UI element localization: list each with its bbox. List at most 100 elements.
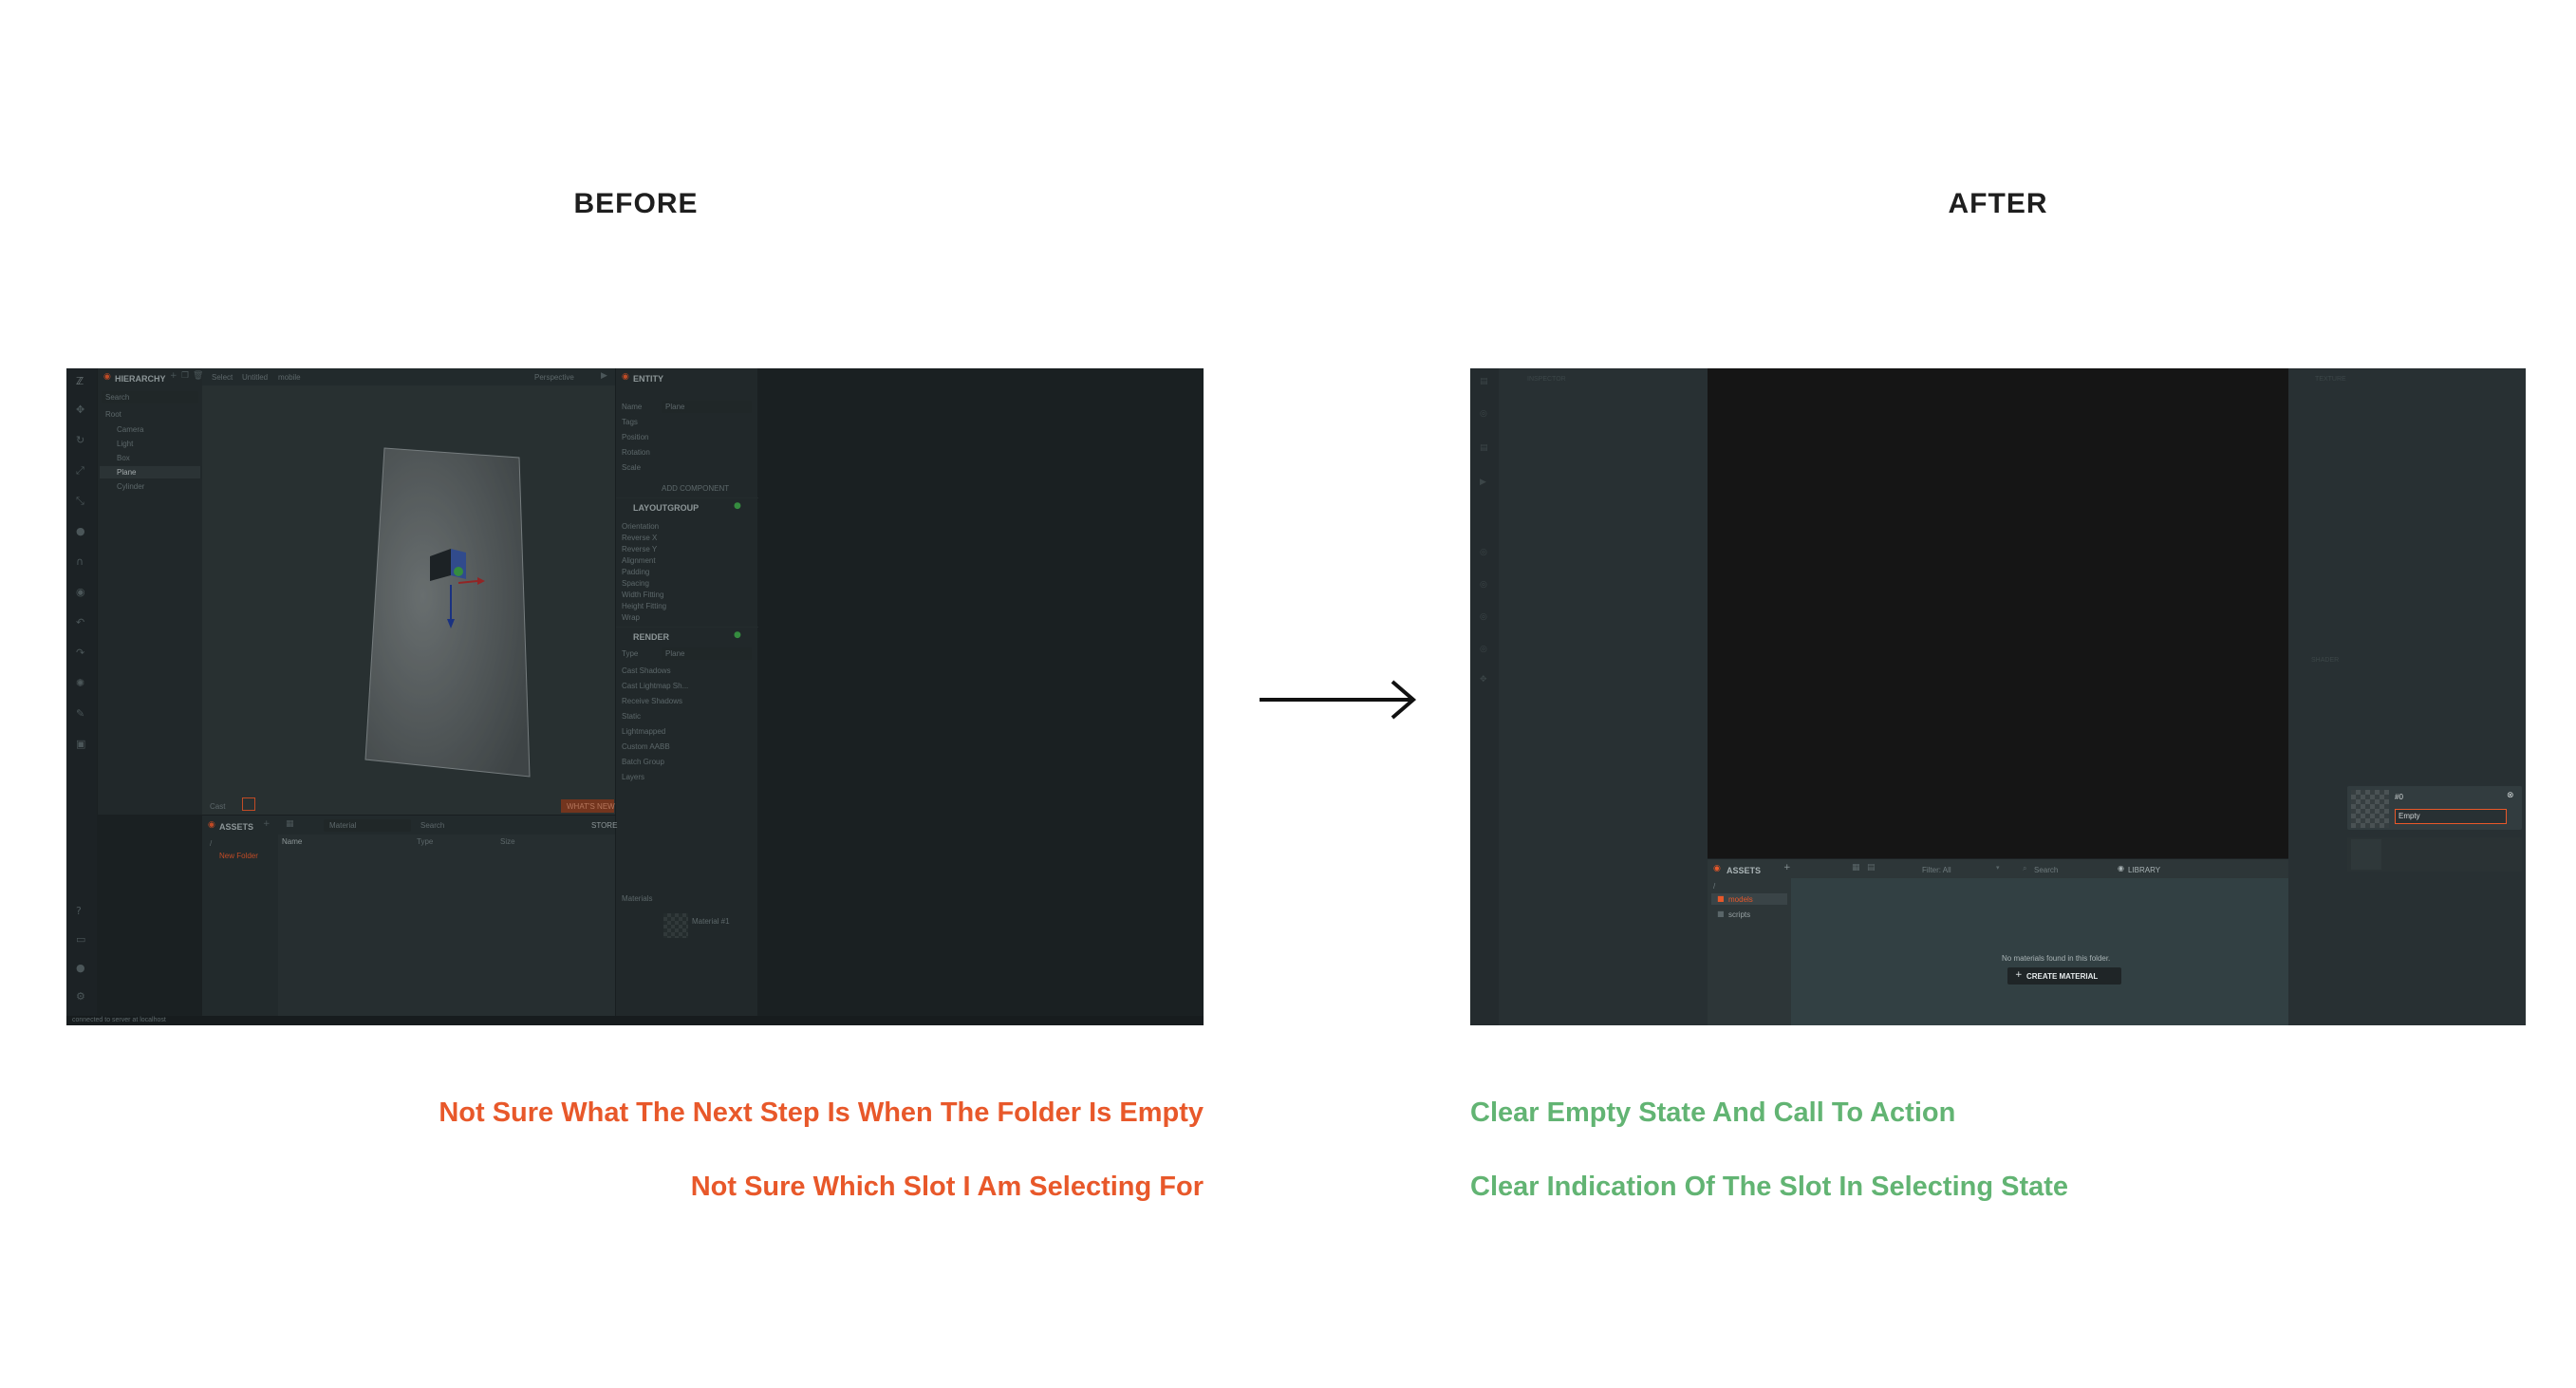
world-icon[interactable]: ● bbox=[76, 526, 85, 536]
entity-row-rotation: Rotation bbox=[622, 448, 650, 457]
after-folder-root[interactable]: / bbox=[1713, 882, 1715, 891]
after-caption-slot-indication: Clear Indication Of The Slot In Selectin… bbox=[1470, 1172, 2069, 1202]
tree-item-root[interactable]: Root bbox=[105, 410, 121, 419]
light-icon[interactable]: ✺ bbox=[76, 678, 84, 688]
material-slot-label: Material #1 bbox=[692, 917, 730, 926]
duplicate-icon[interactable]: ❐ bbox=[181, 372, 189, 381]
filter-select[interactable]: Filter: All bbox=[1922, 866, 1951, 874]
slot-close-icon[interactable]: ⊗ bbox=[2507, 792, 2514, 800]
column-type[interactable]: Type bbox=[417, 837, 433, 846]
render-row-static: Static bbox=[622, 712, 642, 721]
after-tool-icon-6[interactable]: ◎ bbox=[1480, 581, 1487, 590]
entity-icon: ◉ bbox=[622, 372, 629, 382]
after-tool-icon-4[interactable]: ▶ bbox=[1480, 478, 1486, 487]
after-tool-icon-5[interactable]: ◎ bbox=[1480, 549, 1487, 557]
hierarchy-icon: ◉ bbox=[103, 372, 111, 382]
assets-file-list bbox=[278, 835, 615, 1025]
help-icon[interactable]: ? bbox=[76, 906, 82, 916]
material-slot-thumbnail[interactable] bbox=[663, 913, 688, 938]
entity-row-position: Position bbox=[622, 433, 649, 441]
render-toggle-icon[interactable]: ● bbox=[734, 631, 741, 640]
play-icon[interactable]: ▶ bbox=[601, 372, 607, 381]
add-component-button[interactable]: ADD COMPONENT bbox=[662, 484, 729, 493]
before-heading: BEFORE bbox=[573, 188, 699, 219]
gizmo-toggle[interactable] bbox=[242, 797, 255, 811]
tree-selection bbox=[100, 466, 200, 478]
tree-item-box[interactable]: Box bbox=[117, 454, 130, 462]
materials-label: Materials bbox=[622, 894, 653, 903]
tree-item-cylinder[interactable]: Cylinder bbox=[117, 482, 144, 491]
folder-new[interactable]: New Folder bbox=[219, 852, 258, 860]
chat-icon[interactable]: ▭ bbox=[76, 934, 85, 945]
folder-models[interactable]: models bbox=[1728, 895, 1753, 904]
after-view-list-icon[interactable]: ▤ bbox=[1867, 864, 1876, 872]
tree-item-plane[interactable]: Plane bbox=[117, 468, 136, 477]
after-tool-icon-9[interactable]: ✥ bbox=[1480, 676, 1487, 685]
camera-select[interactable]: Perspective bbox=[534, 373, 574, 382]
redo-icon[interactable]: ↷ bbox=[76, 647, 84, 658]
layout-row-height-fitting: Height Fitting bbox=[622, 602, 667, 610]
before-caption-slot-selection: Not Sure Which Slot I Am Selecting For bbox=[690, 1172, 1204, 1202]
column-size[interactable]: Size bbox=[500, 837, 515, 846]
inspector-title: INSPECTOR bbox=[1527, 376, 1566, 383]
slot-value: Empty bbox=[2399, 812, 2420, 820]
after-file-list bbox=[1791, 878, 2288, 1025]
undo-icon[interactable]: ↶ bbox=[76, 617, 84, 628]
folder-scripts[interactable]: scripts bbox=[1728, 910, 1750, 919]
after-search-input[interactable]: Search bbox=[2034, 866, 2058, 874]
filter-chevron-down-icon[interactable]: ▾ bbox=[1996, 865, 2000, 872]
after-viewport[interactable] bbox=[1708, 368, 2288, 858]
eye-icon[interactable]: ◉ bbox=[76, 587, 85, 597]
after-tool-icon-7[interactable]: ◎ bbox=[1480, 613, 1487, 622]
viewport-tab-mobile[interactable]: mobile bbox=[278, 373, 301, 382]
library-button[interactable]: LIBRARY bbox=[2128, 866, 2160, 874]
image-icon[interactable]: ▣ bbox=[76, 739, 85, 749]
tool-sidebar: ℤ ✥ ↻ ⤢ ⤡ ● ∩ ◉ ↶ ↷ ✺ ✎ ▣ ? ▭ ● ⚙ bbox=[66, 368, 97, 1025]
material-panel: TEXTURE SHADER #0 ⊗ Empty bbox=[2288, 368, 2526, 1025]
after-tool-icon-2[interactable]: ◎ bbox=[1480, 410, 1487, 419]
after-assets-add-icon[interactable]: + bbox=[1783, 864, 1791, 872]
resize-icon[interactable]: ⤡ bbox=[76, 496, 84, 506]
viewport-tab-untitled[interactable]: Untitled bbox=[242, 373, 268, 382]
tree-item-light[interactable]: Light bbox=[117, 440, 133, 448]
move-icon[interactable]: ✥ bbox=[76, 404, 84, 415]
layout-row-spacing: Spacing bbox=[622, 579, 649, 588]
layout-row-orientation: Orientation bbox=[622, 522, 660, 531]
folder-root[interactable]: / bbox=[210, 839, 212, 848]
tree-item-camera[interactable]: Camera bbox=[117, 425, 143, 434]
after-tool-icon-1[interactable]: ▤ bbox=[1480, 378, 1488, 386]
layout-row-reverse-x: Reverse X bbox=[622, 534, 658, 542]
code-icon[interactable]: ✎ bbox=[76, 708, 84, 719]
after-view-grid-icon[interactable]: ▦ bbox=[1852, 864, 1860, 872]
texture-title: TEXTURE bbox=[2315, 376, 2346, 383]
settings-icon[interactable]: ⚙ bbox=[76, 991, 85, 1002]
rotate-icon[interactable]: ↻ bbox=[76, 435, 84, 445]
column-name[interactable]: Name bbox=[282, 837, 302, 846]
before-caption-empty-folder: Not Sure What The Next Step Is When The … bbox=[439, 1097, 1204, 1128]
render-row-lightmapped: Lightmapped bbox=[622, 727, 666, 736]
after-assets-title: ASSETS bbox=[1727, 866, 1762, 875]
viewport-tab-select[interactable]: Select bbox=[212, 373, 233, 382]
after-tool-icon-8[interactable]: ◎ bbox=[1480, 646, 1487, 654]
logo-icon: ℤ bbox=[76, 375, 84, 387]
hierarchy-panel: ◉ HIERARCHY + ❐ 🗑 Search Root Camera Lig… bbox=[98, 368, 203, 815]
after-tool-icon-3[interactable]: ▤ bbox=[1480, 444, 1488, 453]
layoutgroup-title: LAYOUTGROUP bbox=[633, 503, 700, 513]
after-tool-sidebar bbox=[1470, 368, 1499, 1025]
models-folder-icon: ■ bbox=[1717, 894, 1725, 903]
store-button[interactable]: STORE bbox=[591, 821, 617, 830]
assets-search-label[interactable]: Search bbox=[420, 821, 444, 830]
add-icon[interactable]: + bbox=[170, 372, 177, 381]
render-row-batch-group: Batch Group bbox=[622, 758, 664, 766]
viewport[interactable]: Select Untitled mobile Perspective ▶ Cas… bbox=[202, 368, 615, 815]
entity-title: ENTITY bbox=[633, 374, 664, 384]
user-icon[interactable]: ● bbox=[76, 963, 85, 973]
assets-grid-icon[interactable]: ▦ bbox=[286, 820, 294, 829]
layout-row-reverse-y: Reverse Y bbox=[622, 545, 658, 553]
scale-icon[interactable]: ⤢ bbox=[76, 465, 84, 476]
layoutgroup-toggle-icon[interactable]: ● bbox=[734, 502, 741, 511]
magnet-icon[interactable]: ∩ bbox=[76, 556, 84, 567]
entity-row-tags: Tags bbox=[622, 418, 638, 426]
assets-add-icon[interactable]: + bbox=[263, 820, 271, 829]
before-after-arrow-icon bbox=[1260, 680, 1417, 720]
